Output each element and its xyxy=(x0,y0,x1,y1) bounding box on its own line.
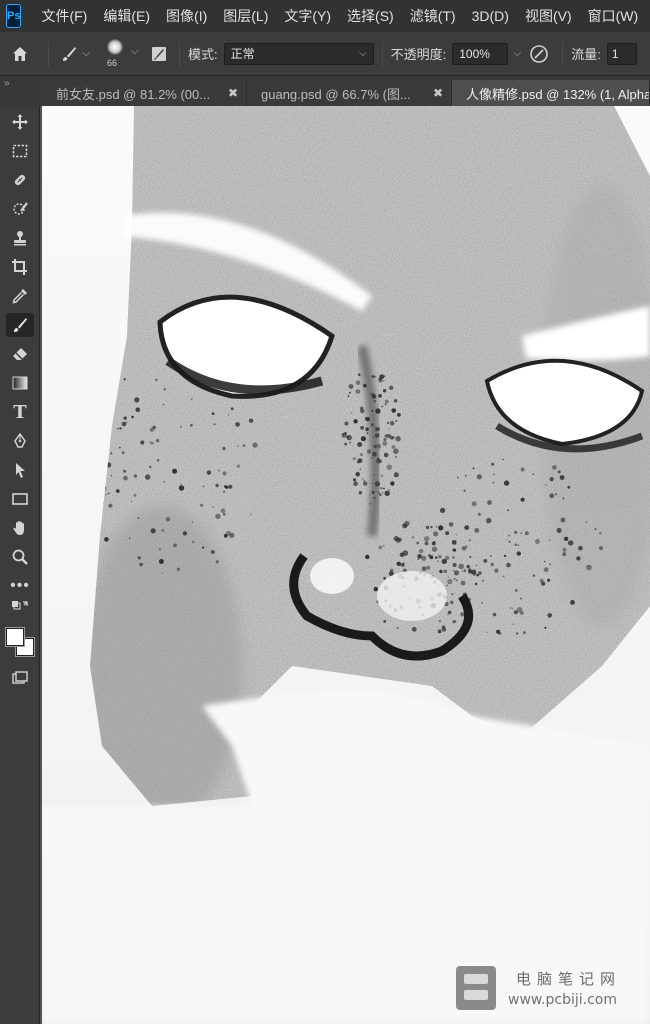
menu-bar: Ps 文件(F) 编辑(E) 图像(I) 图层(L) 文字(Y) 选择(S) 滤… xyxy=(0,0,650,32)
menu-view[interactable]: 视图(V) xyxy=(525,6,572,26)
menu-filter[interactable]: 滤镜(T) xyxy=(410,6,456,26)
crop-icon[interactable] xyxy=(6,255,34,279)
zoom-tool-icon[interactable] xyxy=(6,545,34,569)
brush-size-label: 66 xyxy=(107,57,118,68)
flow-input[interactable]: 1 xyxy=(606,42,637,65)
type-tool-icon[interactable]: T xyxy=(6,400,34,424)
opacity-label: 不透明度: xyxy=(390,47,447,62)
menu-select[interactable]: 选择(S) xyxy=(347,6,394,26)
swap-default-colors-icons[interactable] xyxy=(6,600,34,616)
flow-label: 流量: xyxy=(571,47,601,62)
tab-document-2[interactable]: guang.psd @ 66.7% (图... ✖ xyxy=(247,80,452,106)
tab-document-1[interactable]: 前女友.psd @ 81.2% (00... ✖ xyxy=(42,80,247,106)
menu-window[interactable]: 窗口(W) xyxy=(588,6,639,26)
collapse-panels-icon[interactable]: » xyxy=(4,78,10,89)
home-icon[interactable] xyxy=(0,45,40,63)
brush-tool-preset-button[interactable]: ⌵ xyxy=(57,45,93,63)
blend-mode-value: 正常 xyxy=(230,47,255,61)
options-bar: ⌵ 66 ⌵ 模式: 正常 ⌵ 不透明度: 100% ⌵ 流量: 1 xyxy=(0,32,650,76)
menu-3d[interactable]: 3D(D) xyxy=(472,8,509,24)
opacity-value: 100% xyxy=(459,46,490,61)
site-watermark: 电脑笔记网 www.pcbiji.com xyxy=(454,964,644,1016)
menu-edit[interactable]: 编辑(E) xyxy=(103,6,150,26)
tools-panel: T ••• xyxy=(0,106,40,1024)
tab-label: guang.psd @ 66.7% (图... xyxy=(261,86,411,102)
color-swatches xyxy=(4,626,38,658)
menu-image[interactable]: 图像(I) xyxy=(166,6,207,26)
menu-layer[interactable]: 图层(L) xyxy=(223,6,268,26)
tab-document-active[interactable]: 人像精修.psd @ 132% (1, Alpha xyxy=(452,80,650,106)
foreground-color-swatch[interactable] xyxy=(5,627,25,647)
screen-mode-icon[interactable] xyxy=(6,666,34,690)
opacity-input[interactable]: 100% ⌵ xyxy=(452,42,521,65)
pen-tool-icon[interactable] xyxy=(6,429,34,453)
watermark-logo-icon xyxy=(456,966,496,1010)
tab-label: 人像精修.psd @ 132% (1, Alpha xyxy=(466,86,650,102)
close-icon[interactable]: ✖ xyxy=(228,86,238,100)
photoshop-logo: Ps xyxy=(6,4,22,28)
more-tools-icon[interactable]: ••• xyxy=(6,574,34,598)
chevron-down-icon[interactable]: ⌵ xyxy=(514,48,522,59)
document-tab-bar: » 前女友.psd @ 81.2% (00... ✖ guang.psd @ 6… xyxy=(0,76,650,106)
menu-file[interactable]: 文件(F) xyxy=(41,6,87,26)
mode-label: 模式: xyxy=(188,47,218,62)
inverted-face-channel-image xyxy=(42,106,650,1024)
chevron-down-icon: ⌵ xyxy=(82,48,90,59)
path-selection-icon[interactable] xyxy=(6,458,34,482)
brush-tool-icon[interactable] xyxy=(6,313,34,337)
healing-brush-icon[interactable] xyxy=(6,168,34,192)
gradient-icon[interactable] xyxy=(6,371,34,395)
quick-selection-icon[interactable] xyxy=(6,197,34,221)
eyedropper-icon[interactable] xyxy=(6,284,34,308)
pressure-icon xyxy=(530,44,549,63)
watermark-url: www.pcbiji.com xyxy=(508,992,618,1008)
hand-tool-icon[interactable] xyxy=(6,516,34,540)
brush-icon xyxy=(63,46,77,61)
move-tool-icon[interactable] xyxy=(6,110,34,134)
rectangle-tool-icon[interactable] xyxy=(6,487,34,511)
chevron-down-icon: ⌵ xyxy=(359,48,367,59)
flow-value: 1 xyxy=(611,46,619,61)
tab-label: 前女友.psd @ 81.2% (00... xyxy=(56,86,211,102)
blend-mode-select[interactable]: 正常 ⌵ xyxy=(223,42,374,65)
document-canvas[interactable] xyxy=(42,106,650,1024)
brush-tip-preview xyxy=(107,38,123,55)
chevron-down-icon: ⌵ xyxy=(131,45,139,57)
clone-stamp-icon[interactable] xyxy=(6,226,34,250)
marquee-tool-icon[interactable] xyxy=(6,139,34,163)
eraser-icon[interactable] xyxy=(6,342,34,366)
close-icon[interactable]: ✖ xyxy=(433,86,443,100)
toggle-brush-settings-button[interactable] xyxy=(147,43,171,65)
brush-settings-icon xyxy=(152,46,166,61)
watermark-title: 电脑笔记网 xyxy=(516,971,622,988)
menu-type[interactable]: 文字(Y) xyxy=(284,6,331,26)
pressure-opacity-button[interactable] xyxy=(524,44,554,64)
brush-preset-picker[interactable]: 66 ⌵ xyxy=(97,32,143,76)
